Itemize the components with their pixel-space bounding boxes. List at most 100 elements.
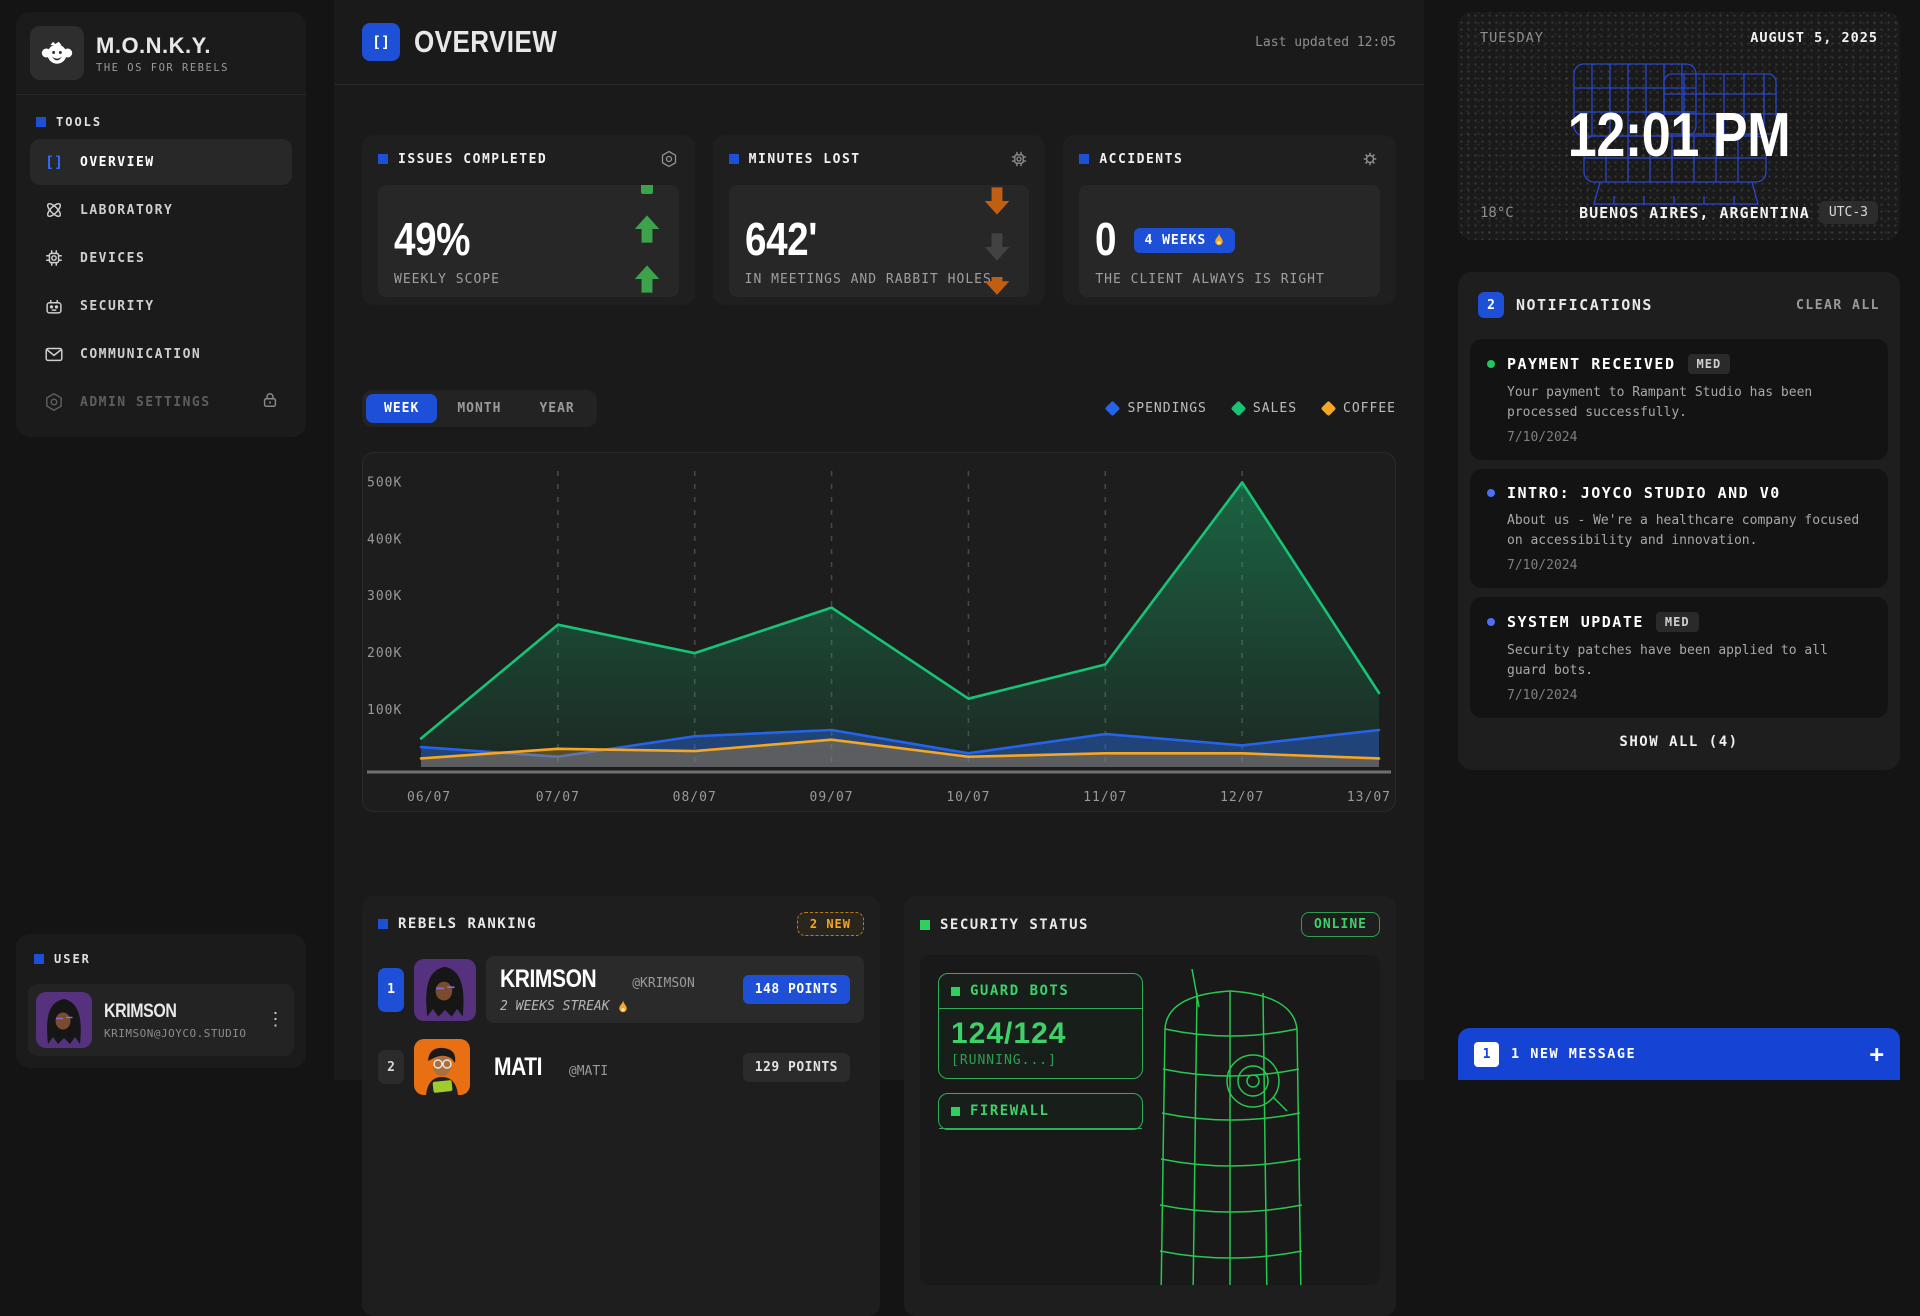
clear-all-button[interactable]: CLEAR ALL [1796, 298, 1880, 313]
notification-card[interactable]: SYSTEM UPDATE MED Security patches have … [1470, 597, 1888, 718]
rank-badge: 2 [378, 1050, 404, 1084]
notification-date: 7/10/2024 [1507, 688, 1871, 703]
severity-badge: MED [1688, 354, 1731, 374]
notification-body: Security patches have been applied to al… [1507, 641, 1871, 680]
brackets-icon: [] [42, 153, 66, 171]
monkey-logo-icon [30, 26, 84, 80]
notification-count-badge: 2 [1478, 292, 1504, 318]
rebel-handle: @KRIMSON [632, 976, 695, 991]
legend-spendings[interactable]: SPENDINGS [1107, 401, 1206, 416]
temperature: 18°C [1480, 205, 1570, 221]
notification-title: PAYMENT RECEIVED [1507, 355, 1676, 373]
sidebar-item-devices[interactable]: DEVICES [30, 235, 292, 281]
range-tabs: WEEK MONTH YEAR [362, 390, 597, 427]
green-square-icon [951, 1107, 960, 1116]
app-title: M.O.N.K.Y. [96, 33, 229, 59]
points-badge: 148 POINTS [743, 975, 850, 1004]
stat-square-icon [1079, 154, 1089, 164]
notification-body: About us - We're a healthcare company fo… [1507, 511, 1871, 550]
rank-badge: 1 [378, 968, 404, 1012]
notification-title: INTRO: JOYCO STUDIO AND V0 [1507, 484, 1781, 502]
online-badge: ONLINE [1301, 912, 1380, 937]
sidebar: M.O.N.K.Y. THE OS FOR REBELS TOOLS [] OV… [16, 12, 306, 437]
avatar [36, 992, 92, 1048]
svg-text:200K: 200K [367, 646, 402, 661]
stat-card-issues: ISSUES COMPLETED 49% WEEKLY SCOPE [362, 135, 695, 305]
user-card: USER KRIMSON KRIMSON@JOYCO.STUDIO ⋮ [16, 934, 306, 1068]
sidebar-item-security[interactable]: SECURITY [30, 283, 292, 329]
hex-gear-icon[interactable] [659, 149, 679, 169]
user-section-label: USER [28, 946, 294, 976]
panel-title: SECURITY STATUS [940, 917, 1089, 933]
security-status-panel: SECURITY STATUS ONLINE GUARD BOTS 124/12… [904, 896, 1396, 1316]
app-tagline: THE OS FOR REBELS [96, 62, 229, 74]
guard-bots-count: 124/124 [939, 1009, 1142, 1053]
lock-icon [260, 390, 280, 414]
cog-icon[interactable] [1360, 149, 1380, 169]
svg-text:07/07: 07/07 [536, 790, 580, 805]
notification-card[interactable]: PAYMENT RECEIVED MED Your payment to Ram… [1470, 339, 1888, 460]
clock-card: TUESDAY AUGUST 5, 2025 [1458, 12, 1900, 240]
tab-week[interactable]: WEEK [366, 394, 437, 423]
tab-year[interactable]: YEAR [521, 394, 592, 423]
user-menu-icon[interactable]: ⋮ [258, 1011, 292, 1029]
panel-title: REBELS RANKING [398, 916, 537, 932]
diamond-icon [1231, 401, 1247, 417]
tab-month[interactable]: MONTH [439, 394, 519, 423]
stat-value: 642' [745, 218, 971, 262]
stat-card-accidents: ACCIDENTS 0 4 WEEKS [1063, 135, 1396, 305]
stat-title: ISSUES COMPLETED [398, 152, 547, 167]
main-panel: [] OVERVIEW Last updated 12:05 ISSUES CO… [334, 0, 1424, 1080]
rebels-ranking-panel: REBELS RANKING 2 NEW 1 [362, 896, 880, 1316]
rebel-name: MATI [494, 1053, 542, 1082]
panel-square-icon [920, 920, 930, 930]
sidebar-item-communication[interactable]: COMMUNICATION [30, 331, 292, 377]
sidebar-item-overview[interactable]: [] OVERVIEW [30, 139, 292, 185]
trend-up-arrows [627, 185, 667, 297]
section-square-icon [34, 954, 44, 964]
show-all-button[interactable]: SHOW ALL (4) [1470, 718, 1888, 758]
time: 12:01 PM [1493, 100, 1864, 171]
svg-text:300K: 300K [367, 589, 402, 604]
weekday: TUESDAY [1480, 30, 1544, 46]
legend-sales[interactable]: SALES [1233, 401, 1297, 416]
message-count-badge: 1 [1474, 1042, 1499, 1067]
notification-card[interactable]: INTRO: JOYCO STUDIO AND V0 About us - We… [1470, 469, 1888, 588]
sidebar-item-laboratory[interactable]: LABORATORY [30, 187, 292, 233]
chart-canvas: 100K200K300K400K500K06/0707/0708/0709/07… [363, 453, 1395, 811]
stat-subtitle: THE CLIENT ALWAYS IS RIGHT [1095, 272, 1364, 287]
area-chart: 100K200K300K400K500K06/0707/0708/0709/07… [362, 452, 1396, 812]
diamond-icon [1105, 401, 1121, 417]
stat-square-icon [378, 154, 388, 164]
stat-square-icon [729, 154, 739, 164]
panel-square-icon [378, 919, 388, 929]
svg-text:100K: 100K [367, 703, 402, 718]
notifications-title: NOTIFICATIONS [1516, 296, 1653, 314]
notification-body: Your payment to Rampant Studio has been … [1507, 383, 1871, 422]
chip-icon[interactable] [1009, 149, 1029, 169]
sidebar-item-admin-settings[interactable]: ADMIN SETTINGS [30, 379, 292, 425]
user-email: KRIMSON@JOYCO.STUDIO [104, 1027, 246, 1040]
stat-value: 0 [1095, 218, 1116, 262]
tools-section-label: TOOLS [30, 109, 292, 139]
status-dot-icon [1487, 618, 1495, 626]
svg-text:11/07: 11/07 [1083, 790, 1127, 805]
svg-text:09/07: 09/07 [810, 790, 854, 805]
severity-badge: MED [1656, 612, 1699, 632]
green-square-icon [951, 987, 960, 996]
atom-icon [42, 199, 66, 221]
ranking-row-1[interactable]: 1 KRIMSON [378, 956, 864, 1023]
stat-value: 49% [394, 218, 620, 262]
svg-text:12/07: 12/07 [1220, 790, 1264, 805]
firewall-box: FIREWALL [938, 1093, 1143, 1130]
hex-gear-icon [42, 391, 66, 413]
user-row[interactable]: KRIMSON KRIMSON@JOYCO.STUDIO ⋮ [28, 984, 294, 1056]
stat-subtitle: WEEKLY SCOPE [394, 272, 663, 287]
diamond-icon [1321, 401, 1337, 417]
ranking-row-2[interactable]: 2 [378, 1039, 864, 1095]
legend-coffee[interactable]: COFFEE [1323, 401, 1396, 416]
new-message-bar[interactable]: 1 1 NEW MESSAGE + [1458, 1028, 1900, 1080]
user-name: KRIMSON [104, 1001, 176, 1023]
rebel-handle: @MATI [569, 1064, 608, 1079]
plus-icon[interactable]: + [1870, 1042, 1884, 1066]
